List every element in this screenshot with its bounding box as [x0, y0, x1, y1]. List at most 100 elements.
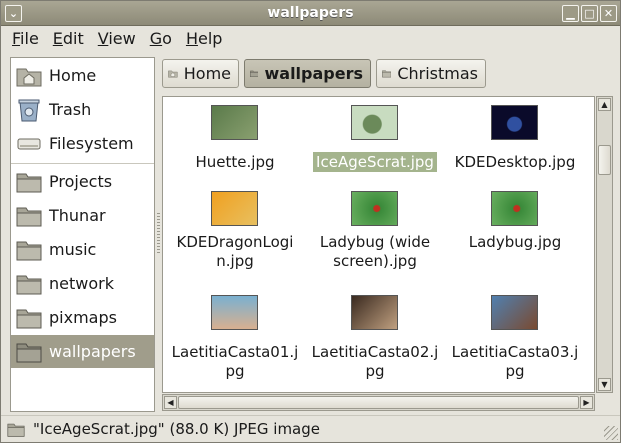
home-folder-icon: [168, 70, 178, 78]
path-button-home[interactable]: Home: [162, 59, 239, 88]
scroll-right-button[interactable]: ▶: [580, 396, 593, 409]
file-item[interactable]: KDEDragonLogi n.jpg: [165, 191, 305, 277]
menu-go[interactable]: Go: [143, 28, 179, 50]
title-bar[interactable]: ⌄ wallpapers ▁ □ ✕: [1, 1, 620, 26]
image-thumbnail: [211, 295, 258, 330]
file-icon-view[interactable]: Huette.jpg IceAgeScrat.jpg KDEDesktop.jp…: [162, 96, 595, 393]
file-item-selected[interactable]: IceAgeScrat.jpg: [305, 105, 445, 179]
file-item[interactable]: Ladybug (wide screen).jpg: [305, 191, 445, 277]
menu-go-label: o: [162, 28, 172, 48]
file-item[interactable]: LaetitiaCasta02.j pg: [305, 295, 445, 385]
file-name-line: pg: [225, 362, 245, 380]
file-item[interactable]: LaetitiaCasta01.j pg: [165, 295, 305, 385]
file-name: Ladybug.jpg: [445, 233, 585, 252]
file-name-line: KDEDesktop.jpg: [454, 153, 576, 171]
status-text: "IceAgeScrat.jpg" (88.0 K) JPEG image: [33, 420, 320, 438]
file-item[interactable]: Ladybug.jpg: [445, 191, 585, 277]
file-name-line: n.jpg: [216, 252, 254, 270]
menu-file-label: ile: [20, 28, 39, 48]
scroll-left-button[interactable]: ◀: [164, 396, 177, 409]
file-name-line: LaetitiaCasta02.j: [311, 343, 439, 361]
sidebar-item-label: wallpapers: [49, 342, 136, 361]
scroll-down-button[interactable]: ▼: [598, 378, 611, 391]
sidebar-item-wallpapers[interactable]: wallpapers: [11, 335, 154, 368]
menu-view[interactable]: View: [91, 28, 143, 50]
menu-edit-label: dit: [62, 28, 84, 48]
image-thumbnail: [351, 295, 398, 330]
close-icon: ✕: [603, 7, 614, 20]
folder-icon: [16, 241, 42, 260]
image-thumbnail: [211, 105, 258, 140]
sidebar-item-pixmaps[interactable]: pixmaps: [11, 301, 154, 334]
file-name: Huette.jpg: [165, 153, 305, 172]
sidebar-item-music[interactable]: music: [11, 233, 154, 266]
menu-view-label: iew: [108, 28, 136, 48]
maximize-button[interactable]: □: [581, 5, 598, 22]
file-name-line: Ladybug.jpg: [468, 233, 562, 251]
folder-icon: [16, 343, 42, 362]
file-item[interactable]: KDEDesktop.jpg: [445, 105, 585, 179]
file-item[interactable]: Huette.jpg: [165, 105, 305, 179]
file-name-line: Ladybug (wide: [319, 233, 431, 251]
sidebar-item-label: Filesystem: [49, 134, 134, 153]
vertical-scroll-thumb[interactable]: [598, 145, 611, 175]
horizontal-scrollbar[interactable]: ◀ ▶: [162, 394, 595, 411]
arrow-left-icon: ◀: [167, 398, 174, 407]
menu-file-mnemonic: F: [12, 28, 21, 48]
close-button[interactable]: ✕: [600, 5, 617, 22]
minimize-icon: ▁: [566, 7, 575, 20]
menu-file[interactable]: File: [5, 28, 46, 50]
folder-icon: [250, 70, 259, 77]
folder-icon: [7, 423, 25, 437]
path-button-label: wallpapers: [264, 64, 363, 83]
drive-icon: [17, 138, 41, 149]
arrow-right-icon: ▶: [583, 398, 590, 407]
sidebar-item-projects[interactable]: Projects: [11, 165, 154, 198]
sidebar: Home Trash Filesystem Projects Thunar mu…: [10, 57, 155, 412]
path-button-wallpapers[interactable]: wallpapers: [244, 59, 371, 88]
file-name: IceAgeScrat.jpg: [305, 152, 445, 172]
scroll-up-button[interactable]: ▲: [598, 98, 611, 111]
menu-view-mnemonic: V: [97, 28, 109, 48]
image-thumbnail: [351, 191, 398, 226]
sidebar-item-network[interactable]: network: [11, 267, 154, 300]
file-name-line: LaetitiaCasta01.j: [171, 343, 299, 361]
folder-icon: [16, 207, 42, 226]
image-thumbnail: [491, 295, 538, 330]
sidebar-separator: [11, 163, 154, 164]
sidebar-item-label: Projects: [49, 172, 113, 191]
menu-help[interactable]: Help: [179, 28, 229, 50]
pane-splitter-handle[interactable]: [157, 213, 160, 253]
file-name: LaetitiaCasta01.j pg: [165, 343, 305, 381]
file-name-line: pg: [505, 362, 525, 380]
sidebar-item-trash[interactable]: Trash: [11, 93, 154, 126]
path-button-label: Christmas: [397, 64, 478, 83]
sidebar-item-label: music: [49, 240, 97, 259]
image-thumbnail: [491, 191, 538, 226]
sidebar-item-thunar[interactable]: Thunar: [11, 199, 154, 232]
file-name-line: IceAgeScrat.jpg: [313, 152, 437, 172]
file-name-line: pg: [365, 362, 385, 380]
file-name-line: screen).jpg: [333, 252, 417, 270]
file-name: KDEDragonLogi n.jpg: [165, 233, 305, 271]
file-name-line: KDEDragonLogi: [176, 233, 294, 251]
maximize-icon: □: [584, 7, 595, 20]
arrow-up-icon: ▲: [601, 100, 608, 109]
menu-edit[interactable]: Edit: [46, 28, 91, 50]
trash-icon: [18, 99, 40, 121]
home-folder-icon: [16, 68, 42, 86]
folder-icon: [382, 70, 392, 78]
horizontal-scroll-thumb[interactable]: [178, 396, 579, 409]
file-name: KDEDesktop.jpg: [445, 153, 585, 172]
file-item[interactable]: LaetitiaCasta03.j pg: [445, 295, 585, 385]
menu-help-label: elp: [197, 28, 223, 48]
status-bar: "IceAgeScrat.jpg" (88.0 K) JPEG image: [1, 415, 620, 442]
sidebar-item-home[interactable]: Home: [11, 59, 154, 92]
sidebar-item-label: Home: [49, 66, 97, 85]
sidebar-item-filesystem[interactable]: Filesystem: [11, 127, 154, 160]
resize-grip[interactable]: [604, 426, 618, 440]
minimize-button[interactable]: ▁: [562, 5, 579, 22]
menu-edit-mnemonic: E: [52, 28, 63, 48]
path-button-christmas[interactable]: Christmas: [376, 59, 486, 88]
vertical-scrollbar[interactable]: ▲ ▼: [596, 96, 613, 393]
